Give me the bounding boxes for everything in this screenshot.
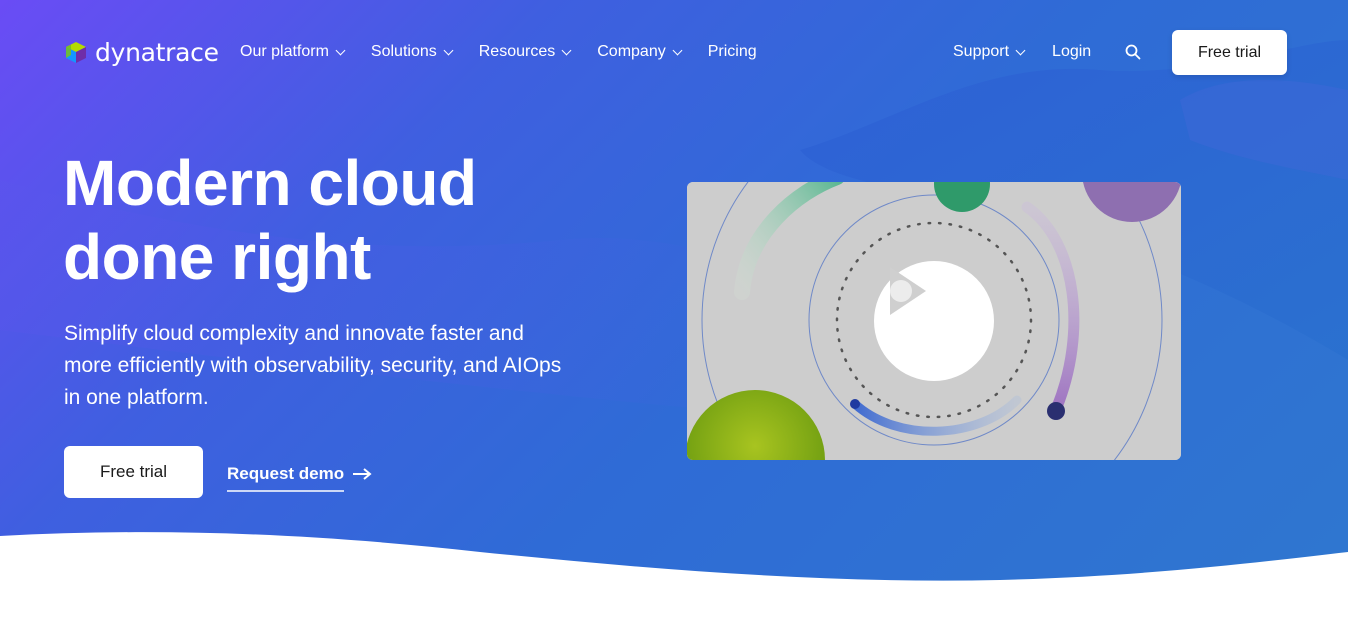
nav-label: Solutions xyxy=(370,43,437,60)
nav-our-platform[interactable]: Our platform xyxy=(240,43,346,61)
nav-label: Login xyxy=(1052,43,1092,60)
nav-label: Support xyxy=(953,43,1010,60)
play-icon xyxy=(890,267,926,315)
request-demo-label: Request demo xyxy=(227,464,345,492)
nav-support[interactable]: Support xyxy=(953,43,1026,61)
logo[interactable]: dynatrace xyxy=(63,37,219,67)
nav-pricing[interactable]: Pricing xyxy=(708,43,757,61)
chevron-down-icon xyxy=(1015,45,1026,55)
utility-nav: Support Login xyxy=(953,38,1091,66)
main-nav: Our platform Solutions Resources Company… xyxy=(240,38,784,66)
headline-line-2: done right xyxy=(63,221,371,293)
search-icon[interactable] xyxy=(1125,44,1141,60)
nav-label: Pricing xyxy=(707,43,757,60)
dynatrace-logo-icon xyxy=(66,42,86,63)
nav-label: Company xyxy=(597,43,666,60)
nav-resources[interactable]: Resources xyxy=(478,43,572,61)
chevron-down-icon xyxy=(561,45,572,55)
nav-label: Our platform xyxy=(240,43,329,60)
chevron-down-icon xyxy=(443,45,454,55)
play-button[interactable] xyxy=(874,261,994,381)
chevron-down-icon xyxy=(335,45,346,55)
hero-subhead: Simplify cloud complexity and innovate f… xyxy=(64,322,562,409)
nav-company[interactable]: Company xyxy=(597,43,683,61)
request-demo-link[interactable]: Request demo xyxy=(227,459,372,492)
free-trial-hero-button[interactable]: Free trial xyxy=(64,446,203,498)
video-player[interactable] xyxy=(687,182,1181,460)
nav-login[interactable]: Login xyxy=(1052,43,1091,61)
hero-headline: Modern cloud done right xyxy=(63,146,623,294)
chevron-down-icon xyxy=(672,45,683,55)
headline-line-1: Modern cloud xyxy=(63,147,477,219)
nav-label: Resources xyxy=(478,43,556,60)
nav-solutions[interactable]: Solutions xyxy=(370,43,454,61)
arrow-right-icon xyxy=(353,468,372,480)
free-trial-nav-button[interactable]: Free trial xyxy=(1172,30,1287,75)
logo-text: dynatrace xyxy=(95,37,219,67)
